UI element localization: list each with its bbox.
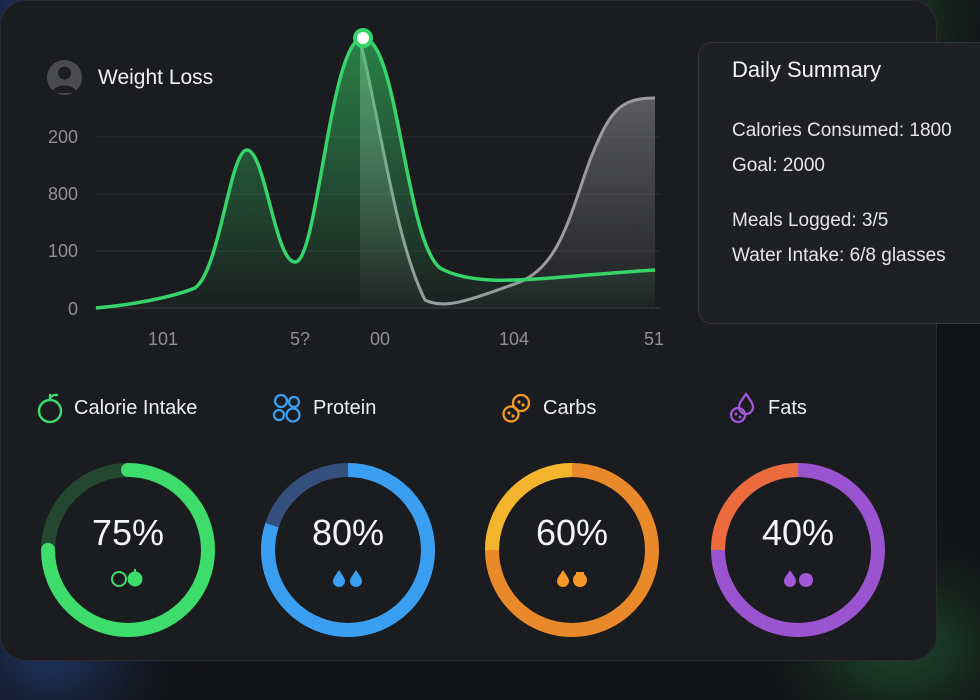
user-icon: [52, 66, 77, 93]
apple-icon: [38, 568, 218, 588]
drops-icon: [258, 568, 438, 588]
x-tick-label: 101: [148, 329, 178, 349]
daily-summary-card: Daily Summary Calories Consumed: 1800 Go…: [698, 42, 980, 324]
avatar[interactable]: [47, 60, 82, 95]
summary-heading: Daily Summary: [732, 57, 882, 82]
carbs-header: Carbs: [500, 392, 596, 424]
protein-header: Protein: [270, 392, 376, 424]
calorie-intake-header: Calorie Intake: [35, 392, 197, 424]
weight-loss-chart: 200 800 100 0 101 5? 00 104 51 Weight Lo…: [0, 0, 700, 370]
metric-label: Fats: [768, 396, 807, 419]
chart-header: Weight Loss: [47, 60, 213, 95]
percentage-value: 75%: [91, 512, 165, 553]
y-tick-label: 800: [48, 184, 78, 204]
fats-ring[interactable]: 40%: [708, 460, 888, 640]
chart-svg: 200 800 100 0 101 5? 00 104 51: [48, 28, 664, 349]
chart-title: Weight Loss: [98, 65, 214, 89]
protein-ring[interactable]: 80%: [258, 460, 438, 640]
percentage-value: 80%: [311, 512, 385, 553]
drops-icon: [729, 392, 755, 424]
grains-icon: [482, 568, 662, 588]
peak-marker[interactable]: [353, 28, 373, 48]
y-tick-label: 0: [68, 299, 78, 319]
metric-label: Protein: [313, 396, 377, 419]
metric-label: Calorie Intake: [74, 396, 198, 419]
x-tick-label: 00: [370, 329, 390, 349]
calories-consumed: Calories Consumed: 1800: [732, 120, 952, 141]
x-tick-label: 5?: [290, 329, 310, 349]
meals-logged: Meals Logged: 3/5: [732, 210, 889, 231]
apple-icon: [37, 393, 63, 424]
percentage-value: 60%: [535, 512, 609, 553]
bubbles-icon: [272, 393, 301, 423]
percentage-value: 40%: [761, 512, 835, 553]
y-tick-label: 100: [48, 241, 78, 261]
water-intake: Water Intake: 6/8 glasses: [732, 245, 946, 266]
calorie-goal: Goal: 2000: [732, 155, 825, 176]
x-tick-label: 51: [644, 329, 664, 349]
drops-icon: [708, 568, 888, 588]
fats-header: Fats: [727, 392, 807, 424]
y-tick-label: 200: [48, 127, 78, 147]
calorie-intake-ring[interactable]: 75%: [38, 460, 218, 640]
metric-label: Carbs: [543, 396, 597, 419]
x-tick-label: 104: [499, 329, 529, 349]
carbs-ring[interactable]: 60%: [482, 460, 662, 640]
grains-icon: [502, 393, 531, 423]
